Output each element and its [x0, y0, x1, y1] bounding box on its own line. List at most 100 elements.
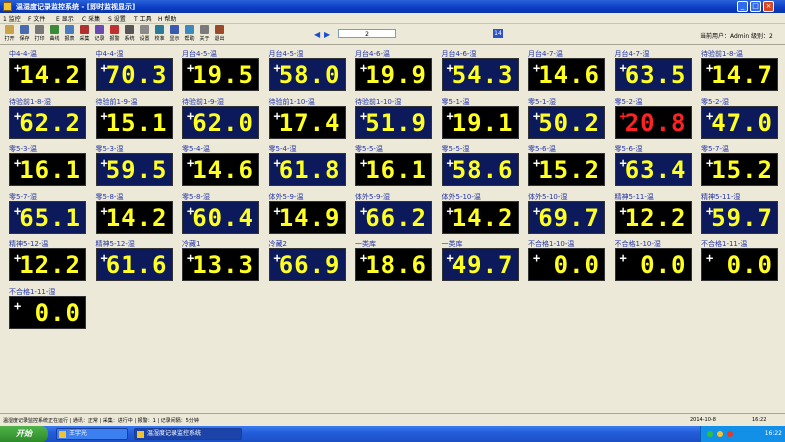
toolbar-button-13[interactable]: 关于	[198, 25, 211, 43]
gauge-panel[interactable]: 一类库 +49.7	[440, 238, 519, 282]
toolbar-button-8[interactable]: 系统	[123, 25, 136, 43]
maximize-button[interactable]: □	[750, 1, 761, 12]
toolbar-button-label: 校准	[154, 36, 165, 42]
gauge-value: 0.0	[553, 251, 600, 279]
menu-display[interactable]: E 显示	[56, 14, 74, 23]
gauge-panel[interactable]: 精神5-11-温 +12.2	[613, 191, 692, 235]
plus-sign-icon: +	[14, 298, 22, 313]
gauge-display: +65.1	[9, 200, 86, 234]
display-icon	[170, 25, 179, 34]
toolbar-button-10[interactable]: 校准	[153, 25, 166, 43]
gauge-panel[interactable]: 零5-7-温 +15.2	[699, 143, 778, 187]
gauge-panel[interactable]: 月台4-5-温 +19.5	[180, 48, 259, 92]
gauge-panel[interactable]: 零5-4-温 +14.6	[180, 143, 259, 187]
gauge-panel[interactable]: 中4-4-湿 +70.3	[94, 48, 173, 92]
task-button-monitor[interactable]: 温湿度记录监控系统	[134, 428, 242, 440]
gauge-value: 14.2	[19, 61, 81, 89]
gauge-panel[interactable]: 待验前1-10-湿 +51.9	[353, 96, 432, 140]
gauge-panel[interactable]: 不合格1-11-湿 +0.0	[7, 286, 86, 330]
gauge-panel[interactable]: 待验前1-10-温 +17.4	[267, 96, 346, 140]
gauge-panel[interactable]: 精神5-12-湿 +61.6	[94, 238, 173, 282]
gauge-panel[interactable]: 零5-3-温 +16.1	[7, 143, 86, 187]
gauge-panel[interactable]: 零5-5-温 +16.1	[353, 143, 432, 187]
toolbar-button-11[interactable]: 显示	[168, 25, 181, 43]
gauge-value: 59.5	[105, 156, 168, 184]
gauge-panel[interactable]: 体外5-9-温 +14.9	[267, 191, 346, 235]
gauge-panel[interactable]: 体外5-10-湿 +69.7	[526, 191, 605, 235]
gauge-panel[interactable]: 不合格1-10-温 +0.0	[526, 238, 605, 282]
gauge-panel[interactable]: 月台4-6-温 +19.9	[353, 48, 432, 92]
network-icon[interactable]	[707, 431, 713, 437]
gauge-panel[interactable]: 精神5-11-湿 +59.7	[699, 191, 778, 235]
prev-page-icon[interactable]: ◀	[314, 30, 320, 39]
gauge-panel[interactable]: 月台4-5-湿 +58.0	[267, 48, 346, 92]
gauge-display: +63.5	[614, 58, 692, 91]
gauge-panel[interactable]: 零5-1-湿 +50.2	[526, 96, 605, 140]
gauge-panel[interactable]: 零5-1-温 +19.1	[440, 96, 519, 140]
gauge-panel[interactable]: 待验前1-8-湿 +62.2	[7, 96, 86, 140]
task-button-user[interactable]: 王宇光	[56, 428, 128, 440]
toolbar-button-2[interactable]: 打印	[33, 25, 46, 43]
toolbar-button-0[interactable]: 打开	[3, 25, 16, 43]
help-icon	[185, 25, 194, 34]
toolbar-button-7[interactable]: 报警	[108, 25, 121, 43]
gauge-panel[interactable]: 零5-2-湿 +47.0	[699, 96, 778, 140]
gauge-panel[interactable]: 月台4-7-湿 +63.5	[613, 48, 692, 92]
menu-tools[interactable]: T 工具	[134, 14, 152, 23]
gauge-panel[interactable]: 零5-2-温 +20.8	[613, 96, 692, 140]
gauge-panel[interactable]: 零5-5-湿 +58.6	[440, 143, 519, 187]
gauge-panel[interactable]: 冷藏1 +13.3	[180, 238, 259, 282]
gauge-panel[interactable]: 待验前1-8-温 +14.7	[699, 48, 778, 92]
toolbar-button-12[interactable]: 帮助	[183, 25, 196, 43]
gauge-panel[interactable]: 零5-4-湿 +61.8	[267, 143, 346, 187]
menu-monitor[interactable]: 1 监控	[3, 14, 21, 23]
next-page-icon[interactable]: ▶	[324, 30, 330, 39]
gauge-panel[interactable]: 精神5-12-温 +12.2	[7, 238, 86, 282]
toolbar-button-6[interactable]: 记录	[93, 25, 106, 43]
minimize-button[interactable]: _	[737, 1, 748, 12]
toolbar-button-14[interactable]: 退出	[213, 25, 226, 43]
gauge-display: +14.9	[268, 200, 346, 234]
close-button[interactable]: ×	[763, 1, 774, 12]
toolbar-button-9[interactable]: 设置	[138, 25, 151, 43]
gauge-panel[interactable]: 待验前1-9-湿 +62.0	[180, 96, 259, 140]
gauge-panel[interactable]: 不合格1-11-温 +0.0	[699, 238, 778, 282]
gauge-panel[interactable]: 体外5-10-温 +14.2	[440, 191, 519, 235]
gauge-panel[interactable]: 月台4-7-温 +14.6	[526, 48, 605, 92]
security-icon[interactable]	[727, 431, 733, 437]
gauge-display: +50.2	[528, 105, 605, 139]
gauge-display: +0.0	[701, 248, 778, 281]
menu-collect[interactable]: C 采集	[82, 14, 100, 23]
gauge-panel[interactable]: 待验前1-9-温 +15.1	[94, 96, 173, 140]
gauge-panel[interactable]: 不合格1-10-湿 +0.0	[613, 238, 692, 282]
toolbar-button-4[interactable]: 报表	[63, 25, 76, 43]
gauge-panel[interactable]: 零5-3-湿 +59.5	[94, 143, 173, 187]
gauge-display: +62.0	[182, 105, 259, 139]
record-icon	[95, 25, 104, 34]
gauge-panel[interactable]: 零5-8-温 +14.2	[94, 191, 173, 235]
gauge-value: 62.2	[19, 108, 81, 137]
gauge-panel[interactable]: 零5-8-湿 +60.4	[180, 191, 259, 235]
gauge-panel[interactable]: 月台4-6-湿 +54.3	[440, 48, 519, 92]
gauge-value: 18.6	[365, 251, 427, 279]
gauge-panel[interactable]: 冷藏2 +66.9	[267, 238, 346, 282]
gauge-display: +12.2	[9, 248, 86, 281]
volume-icon[interactable]	[717, 431, 723, 437]
gauge-panel[interactable]: 一类库 +18.6	[353, 238, 432, 282]
start-button[interactable]: 开始	[0, 426, 48, 442]
gauge-panel[interactable]: 体外5-9-湿 +66.2	[353, 191, 432, 235]
toolbar-button-label: 退出	[214, 36, 225, 42]
page-number-field[interactable]: 2	[338, 29, 396, 38]
menu-help[interactable]: H 帮助	[158, 14, 176, 23]
menu-settings[interactable]: S 设置	[108, 14, 126, 23]
toolbar-button-5[interactable]: 采集	[78, 25, 91, 43]
toolbar-button-1[interactable]: 保存	[18, 25, 31, 43]
menu-file[interactable]: F 文件	[28, 14, 45, 23]
toolbar-button-3[interactable]: 曲线	[48, 25, 61, 43]
gauge-panel[interactable]: 零5-6-温 +15.2	[526, 143, 605, 187]
gauge-value: 17.4	[278, 108, 341, 137]
gauge-value: 60.4	[192, 203, 254, 232]
gauge-panel[interactable]: 零5-7-湿 +65.1	[7, 191, 86, 235]
gauge-panel[interactable]: 零5-6-湿 +63.4	[613, 143, 692, 187]
gauge-panel[interactable]: 中4-4-温 +14.2	[7, 48, 86, 92]
